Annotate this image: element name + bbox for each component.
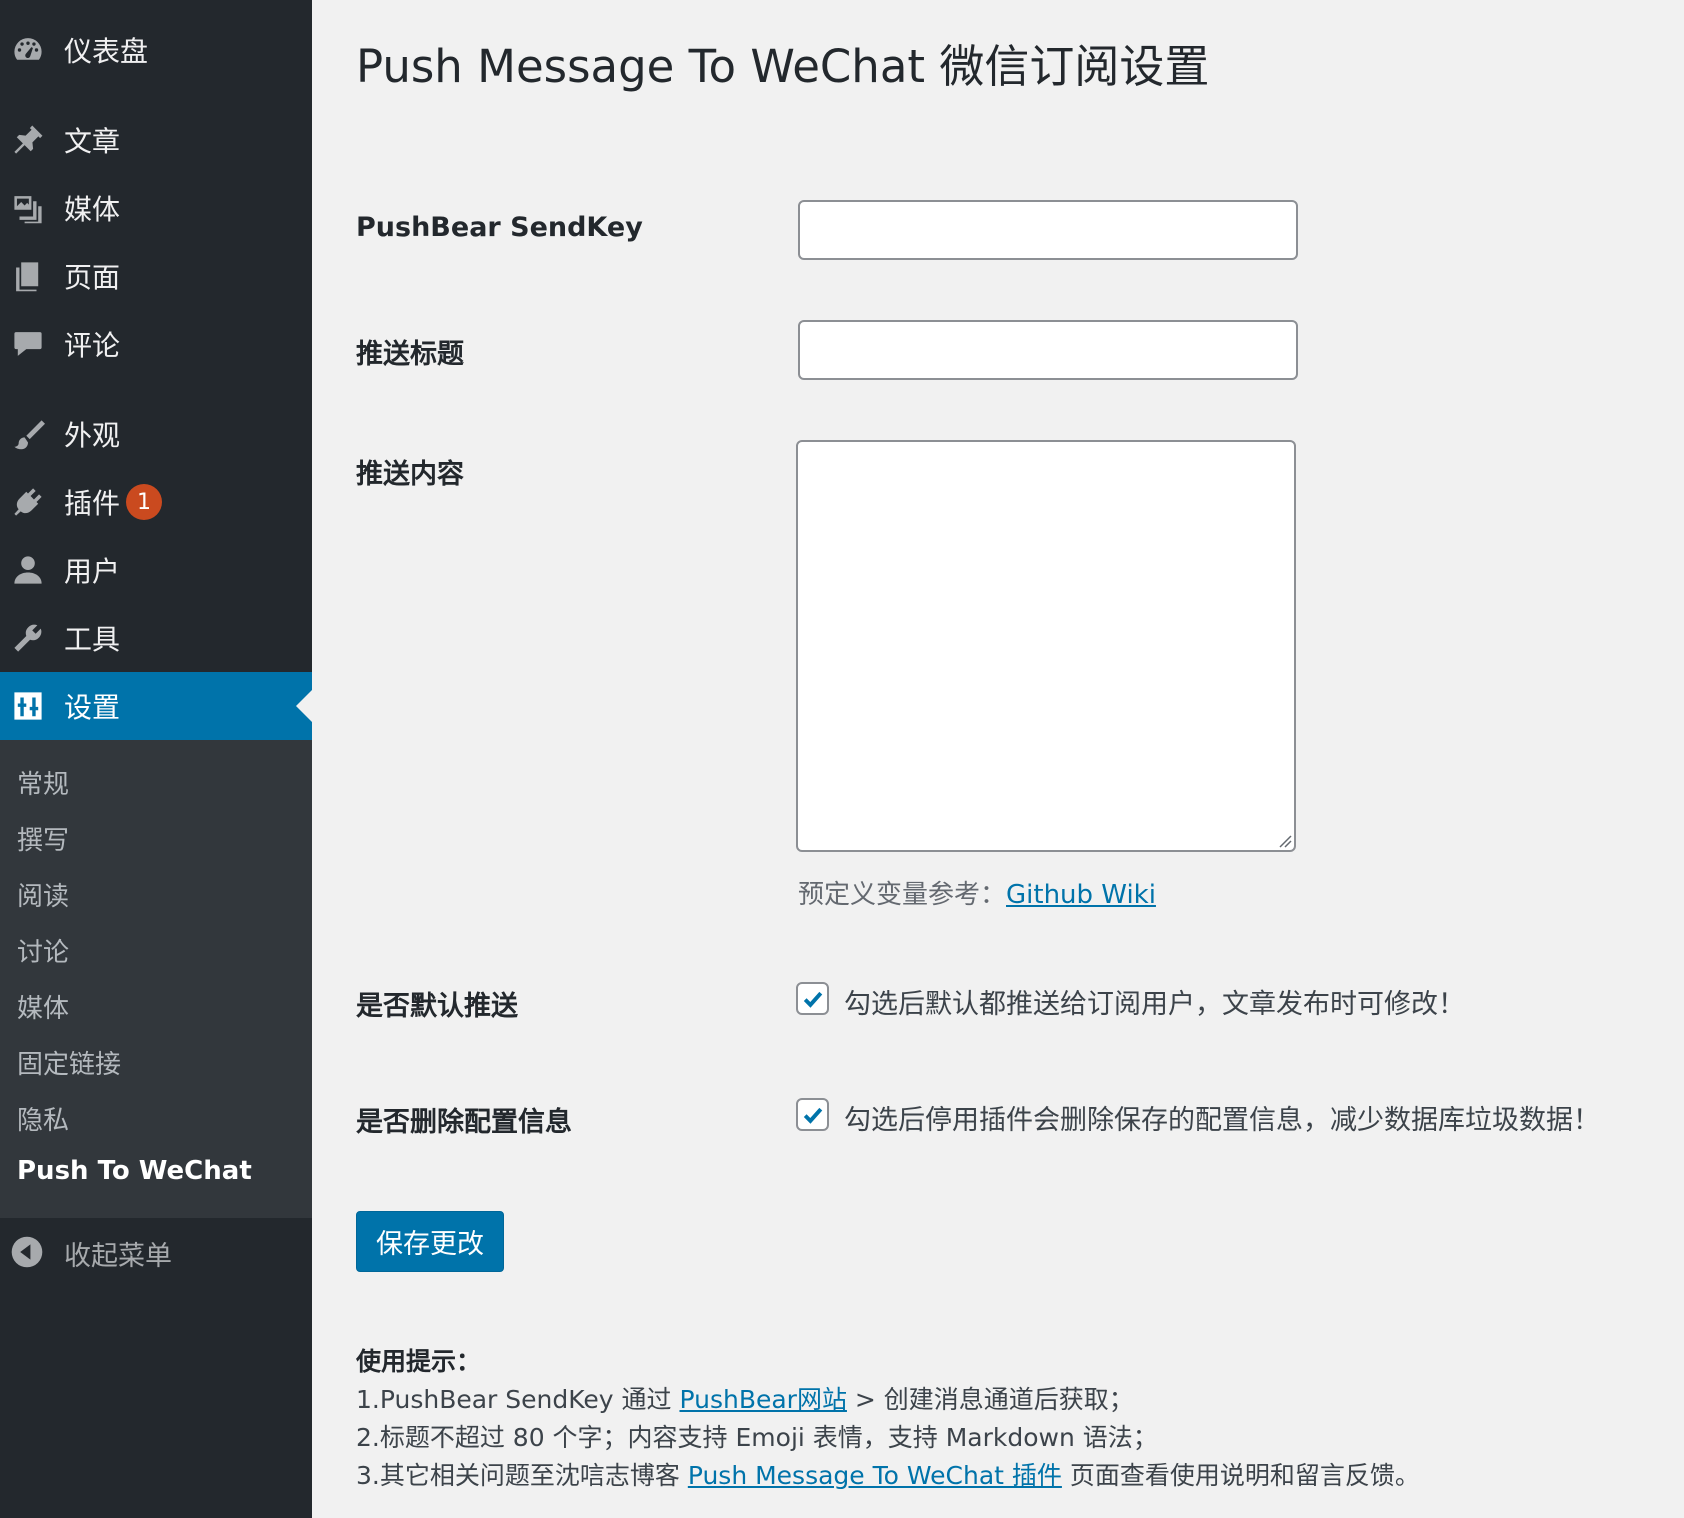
- main-content: Push Message To WeChat 微信订阅设置 PushBear S…: [312, 0, 1684, 1518]
- tip-line-3-suffix: 页面查看使用说明和留言反馈。: [1061, 1461, 1420, 1490]
- default-push-description: 勾选后默认都推送给订阅用户，文章发布时可修改！: [844, 989, 1465, 1020]
- settings-sliders-icon: [10, 688, 46, 724]
- menu-item-tools[interactable]: 工具: [0, 604, 312, 672]
- push-content-textarea[interactable]: [796, 440, 1296, 852]
- menu-label-users: 用户: [64, 555, 121, 588]
- submenu-item-reading[interactable]: 阅读: [17, 876, 69, 913]
- menu-item-users[interactable]: 用户: [0, 536, 312, 604]
- menu-item-posts[interactable]: 文章: [0, 106, 312, 174]
- pages-icon: [10, 258, 46, 294]
- tip-line-3: 3.其它相关问题至沈唁志博客 Push Message To WeChat 插件…: [356, 1456, 1420, 1492]
- submenu-item-writing[interactable]: 撰写: [17, 820, 69, 857]
- pushpin-icon: [10, 122, 46, 158]
- push-content-label: 推送内容: [356, 459, 464, 490]
- variables-hint: 预定义变量参考：Github Wiki: [798, 874, 1156, 911]
- menu-item-appearance[interactable]: 外观: [0, 400, 312, 468]
- paintbrush-icon: [10, 416, 46, 452]
- menu-item-media[interactable]: 媒体: [0, 174, 312, 242]
- submenu-item-general[interactable]: 常规: [17, 764, 69, 801]
- default-push-checkbox[interactable]: [796, 982, 829, 1015]
- plugin-page-link[interactable]: Push Message To WeChat 插件: [688, 1461, 1062, 1490]
- menu-label-media: 媒体: [64, 193, 121, 226]
- menu-item-plugins[interactable]: 插件 1: [0, 468, 312, 536]
- tip-line-3-prefix: 3.其它相关问题至沈唁志博客: [356, 1461, 688, 1490]
- wrench-icon: [10, 620, 46, 656]
- menu-label-settings: 设置: [64, 691, 121, 724]
- tip-line-2: 2.标题不超过 80 个字；内容支持 Emoji 表情，支持 Markdown …: [356, 1423, 1158, 1452]
- default-push-label: 是否默认推送: [356, 991, 518, 1022]
- pushbear-website-link[interactable]: PushBear网站: [679, 1385, 846, 1414]
- user-icon: [10, 552, 46, 588]
- menu-label-tools: 工具: [64, 623, 121, 656]
- tip-line-1-prefix: 1.PushBear SendKey 通过: [356, 1385, 680, 1414]
- menu-label-posts: 文章: [64, 125, 121, 158]
- admin-sidebar: 仪表盘 文章 媒体 页面 评论 外观 插件 1 用户 工具 设置 常规 撰写 阅…: [0, 0, 312, 1518]
- delete-config-label: 是否删除配置信息: [356, 1107, 572, 1138]
- tip-line-1-suffix: > 创建消息通道后获取；: [846, 1385, 1134, 1414]
- push-title-label: 推送标题: [356, 339, 464, 370]
- resize-grip-icon[interactable]: [1276, 832, 1292, 848]
- collapse-arrow-icon: [10, 1235, 46, 1271]
- menu-label-pages: 页面: [64, 261, 121, 294]
- menu-item-dashboard[interactable]: 仪表盘: [0, 16, 312, 84]
- menu-label-comments: 评论: [64, 329, 121, 362]
- delete-config-description: 勾选后停用插件会删除保存的配置信息，减少数据库垃圾数据！: [844, 1105, 1600, 1136]
- variables-hint-text: 预定义变量参考：: [798, 880, 1007, 910]
- github-wiki-link[interactable]: Github Wiki: [1006, 880, 1156, 910]
- submenu-item-privacy[interactable]: 隐私: [17, 1100, 69, 1137]
- checkmark-icon: [803, 1107, 822, 1124]
- media-icon: [10, 190, 46, 226]
- submenu-item-discussion[interactable]: 讨论: [17, 932, 69, 969]
- sendkey-label: PushBear SendKey: [356, 212, 643, 243]
- menu-item-pages[interactable]: 页面: [0, 242, 312, 310]
- menu-item-comments[interactable]: 评论: [0, 310, 312, 378]
- menu-label-plugins: 插件: [64, 487, 121, 520]
- save-changes-button[interactable]: 保存更改: [356, 1211, 504, 1272]
- delete-config-checkbox[interactable]: [796, 1098, 829, 1131]
- menu-label-appearance: 外观: [64, 419, 121, 452]
- submenu-item-media[interactable]: 媒体: [17, 988, 69, 1025]
- sendkey-input[interactable]: [798, 200, 1298, 260]
- menu-label-dashboard: 仪表盘: [64, 35, 149, 68]
- collapse-menu-label: 收起菜单: [64, 1240, 172, 1272]
- settings-submenu: 常规 撰写 阅读 讨论 媒体 固定链接 隐私 Push To WeChat: [0, 740, 312, 1218]
- push-title-input[interactable]: [798, 320, 1298, 380]
- submenu-item-push-to-wechat[interactable]: Push To WeChat: [17, 1156, 252, 1186]
- submenu-item-permalinks[interactable]: 固定链接: [17, 1044, 121, 1081]
- checkmark-icon: [803, 991, 822, 1008]
- menu-item-settings[interactable]: 设置: [0, 672, 312, 740]
- collapse-menu-button[interactable]: 收起菜单: [0, 1218, 312, 1288]
- page-title: Push Message To WeChat 微信订阅设置: [356, 40, 1210, 93]
- update-count-badge: 1: [126, 484, 163, 520]
- dashboard-icon: [10, 32, 46, 68]
- plug-icon: [10, 484, 46, 520]
- tips-heading: 使用提示：: [356, 1347, 482, 1376]
- comment-bubble-icon: [10, 326, 46, 362]
- tip-line-1: 1.PushBear SendKey 通过 PushBear网站 > 创建消息通…: [356, 1380, 1134, 1416]
